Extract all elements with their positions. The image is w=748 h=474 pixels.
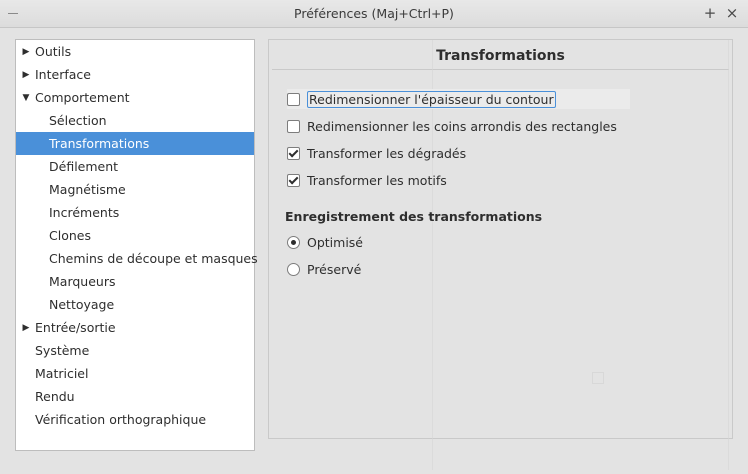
scale-stroke-checkbox[interactable] — [287, 92, 300, 106]
optimized-label[interactable]: Optimisé — [307, 235, 363, 250]
tree-item-comportement[interactable]: ▼ Comportement — [16, 86, 254, 109]
preferences-tree[interactable]: ▶ Outils ▶ Interface ▼ Comportement Séle… — [15, 39, 258, 451]
scale-corners-checkbox[interactable] — [287, 119, 300, 133]
tree-item-label: Outils — [35, 44, 72, 59]
tree-item-label: Transformations — [49, 136, 150, 151]
tree-item-systeme[interactable]: Système — [16, 339, 254, 362]
collapse-arrow-icon[interactable]: ▼ — [21, 93, 31, 103]
tree-item-label: Nettoyage — [49, 297, 115, 312]
tree-item-label: Vérification orthographique — [35, 412, 207, 427]
tree-item-label: Interface — [35, 67, 91, 82]
tree-item-nettoyage[interactable]: Nettoyage — [16, 293, 254, 316]
store-transformation-heading: Enregistrement des transformations — [285, 209, 543, 224]
tree-item-label: Clones — [49, 228, 91, 243]
window-titlebar: Préférences (Maj+Ctrl+P) + × — [0, 0, 748, 28]
tree-item-label: Comportement — [35, 90, 130, 105]
preserved-radio[interactable] — [287, 262, 300, 276]
tree-item-interface[interactable]: ▶ Interface — [16, 63, 254, 86]
tree-item-transformations[interactable]: Transformations — [16, 132, 254, 155]
tree-item-label: Sélection — [49, 113, 107, 128]
tree-item-clones[interactable]: Clones — [16, 224, 254, 247]
radio-row-preserved[interactable]: Préservé — [287, 259, 361, 279]
tree-item-label: Magnétisme — [49, 182, 126, 197]
close-icon[interactable]: × — [722, 3, 742, 23]
scale-stroke-label[interactable]: Redimensionner l'épaisseur du contour — [307, 90, 556, 108]
optimized-radio[interactable] — [287, 235, 300, 249]
transform-gradients-label[interactable]: Transformer les dégradés — [307, 146, 466, 161]
panel-header: Transformations — [272, 43, 729, 70]
tree-item-label: Entrée/sortie — [35, 320, 116, 335]
tree-item-marqueurs[interactable]: Marqueurs — [16, 270, 254, 293]
scale-corners-label[interactable]: Redimensionner les coins arrondis des re… — [307, 119, 617, 134]
maximize-icon[interactable]: + — [700, 3, 720, 23]
tree-item-increments[interactable]: Incréments — [16, 201, 254, 224]
expand-arrow-icon[interactable]: ▶ — [21, 323, 31, 333]
checkbox-row-scale-corners[interactable]: Redimensionner les coins arrondis des re… — [287, 116, 617, 136]
ghost-divider — [728, 40, 729, 470]
expand-arrow-icon[interactable]: ▶ — [21, 47, 31, 57]
panel-title: Transformations — [436, 48, 565, 64]
preserved-label[interactable]: Préservé — [307, 262, 361, 277]
tree-item-label: Marqueurs — [49, 274, 116, 289]
transform-patterns-label[interactable]: Transformer les motifs — [307, 173, 447, 188]
tree-item-chemins-decoupe[interactable]: Chemins de découpe et masques — [16, 247, 258, 270]
expand-arrow-icon[interactable]: ▶ — [21, 70, 31, 80]
ghost-checkbox-icon — [592, 372, 604, 384]
tree-item-label: Matriciel — [35, 366, 89, 381]
checkbox-row-transform-gradients[interactable]: Transformer les dégradés — [287, 143, 466, 163]
radio-row-optimized[interactable]: Optimisé — [287, 232, 363, 252]
checkbox-row-transform-patterns[interactable]: Transformer les motifs — [287, 170, 447, 190]
tree-item-magnetisme[interactable]: Magnétisme — [16, 178, 254, 201]
tree-item-selection[interactable]: Sélection — [16, 109, 254, 132]
checkbox-row-scale-stroke[interactable]: Redimensionner l'épaisseur du contour — [287, 89, 630, 109]
tree-item-verification[interactable]: Vérification orthographique — [16, 408, 254, 431]
tree-item-label: Incréments — [49, 205, 120, 220]
tree-item-label: Chemins de découpe et masques — [49, 251, 258, 266]
tree-item-label: Défilement — [49, 159, 119, 174]
tree-item-entree-sortie[interactable]: ▶ Entrée/sortie — [16, 316, 254, 339]
window-title: Préférences (Maj+Ctrl+P) — [294, 6, 454, 21]
tree-item-label: Rendu — [35, 389, 75, 404]
transform-gradients-checkbox[interactable] — [287, 146, 300, 160]
tree-item-matriciel[interactable]: Matriciel — [16, 362, 254, 385]
tree-item-defilement[interactable]: Défilement — [16, 155, 254, 178]
transform-patterns-checkbox[interactable] — [287, 173, 300, 187]
tree-item-outils[interactable]: ▶ Outils — [16, 40, 254, 63]
tree-item-label: Système — [35, 343, 90, 358]
tree-item-rendu[interactable]: Rendu — [16, 385, 254, 408]
